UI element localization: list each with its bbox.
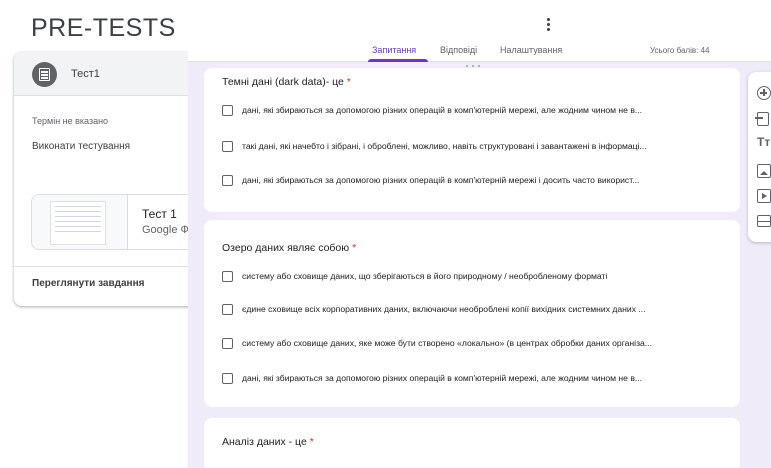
required-mark: * — [352, 242, 357, 254]
checkbox[interactable] — [222, 270, 233, 282]
list-item: систему або сховище даних, що зберігають… — [222, 270, 732, 282]
add-question-icon[interactable] — [757, 86, 771, 100]
question-title: Аналіз даних - це * — [222, 436, 314, 448]
checkbox[interactable] — [222, 104, 233, 116]
option-label: дані, які збираються за допомогою різних… — [242, 175, 640, 185]
assignment-instructions: Виконати тестування — [32, 141, 131, 152]
option-label: дані, які збираються за допомогою різних… — [242, 373, 643, 383]
list-item: такі дані, які начебто і зібрані, і обро… — [222, 140, 732, 152]
checkbox[interactable] — [222, 303, 233, 315]
checkbox[interactable] — [222, 337, 233, 349]
required-mark: * — [346, 76, 351, 88]
drag-handle-icon[interactable] — [466, 65, 480, 69]
tab-settings[interactable]: Налаштування — [500, 45, 562, 55]
list-item: дані, які збираються за допомогою різних… — [222, 372, 732, 384]
tab-responses[interactable]: Відповіді — [440, 45, 477, 55]
total-score: Усього балів: 44 — [650, 46, 710, 55]
option-label: такі дані, які начебто і зібрані, і обро… — [242, 141, 647, 151]
question-title: Темні дані (dark data)- це * — [222, 76, 351, 88]
checkbox[interactable] — [222, 140, 233, 152]
question-card[interactable]: Озеро даних являє собою * систему або сх… — [204, 220, 740, 407]
assignment-icon — [32, 62, 57, 87]
question-title: Озеро даних являє собою * — [222, 242, 357, 254]
required-mark: * — [309, 436, 314, 448]
editor-tab-bar: Запитання Відповіді Налаштування Усього … — [188, 40, 771, 62]
checkbox[interactable] — [222, 174, 233, 186]
list-item: систему або сховище даних, яке може бути… — [222, 337, 732, 349]
checkbox[interactable] — [222, 372, 233, 384]
tab-questions[interactable]: Запитання — [372, 45, 416, 55]
question-toolbar: Tт — [748, 72, 771, 242]
option-label: дані, які збираються за допомогою різних… — [242, 105, 643, 115]
add-video-icon[interactable] — [757, 189, 771, 203]
list-item: дані, які збираються за допомогою різних… — [222, 174, 732, 186]
list-item: єдине сховище всіх корпоративних даних, … — [222, 303, 732, 315]
question-card[interactable]: Темні дані (dark data)- це * дані, які з… — [204, 65, 740, 212]
divider — [14, 266, 209, 267]
option-label: єдине сховище всіх корпоративних даних, … — [242, 304, 646, 314]
assignment-card: Тест1 Термін не вказано Виконати тестува… — [14, 52, 227, 306]
import-questions-icon[interactable] — [755, 112, 769, 126]
list-item: дані, які збираються за допомогою різних… — [222, 104, 732, 116]
question-card[interactable]: Аналіз даних - це * — [204, 418, 740, 468]
option-label: систему або сховище даних, що зберігають… — [242, 271, 608, 281]
due-date: Термін не вказано — [32, 116, 109, 126]
assignment-title: Тест1 — [71, 68, 100, 80]
add-section-icon[interactable] — [757, 215, 771, 227]
add-image-icon[interactable] — [757, 164, 771, 178]
add-title-icon[interactable]: Tт — [757, 135, 771, 151]
view-assignment-link[interactable]: Переглянути завдання — [32, 278, 144, 289]
more-options-icon[interactable] — [540, 16, 556, 36]
option-label: систему або сховище даних, яке може бути… — [242, 338, 652, 348]
active-tab-indicator — [368, 59, 428, 62]
assignment-header[interactable]: Тест1 — [14, 52, 209, 96]
form-thumbnail — [32, 195, 128, 249]
attachment-title: Тест 1 — [142, 207, 177, 221]
page-title: PRE-TESTS — [31, 14, 176, 42]
form-editor: Запитання Відповіді Налаштування Усього … — [188, 40, 771, 468]
